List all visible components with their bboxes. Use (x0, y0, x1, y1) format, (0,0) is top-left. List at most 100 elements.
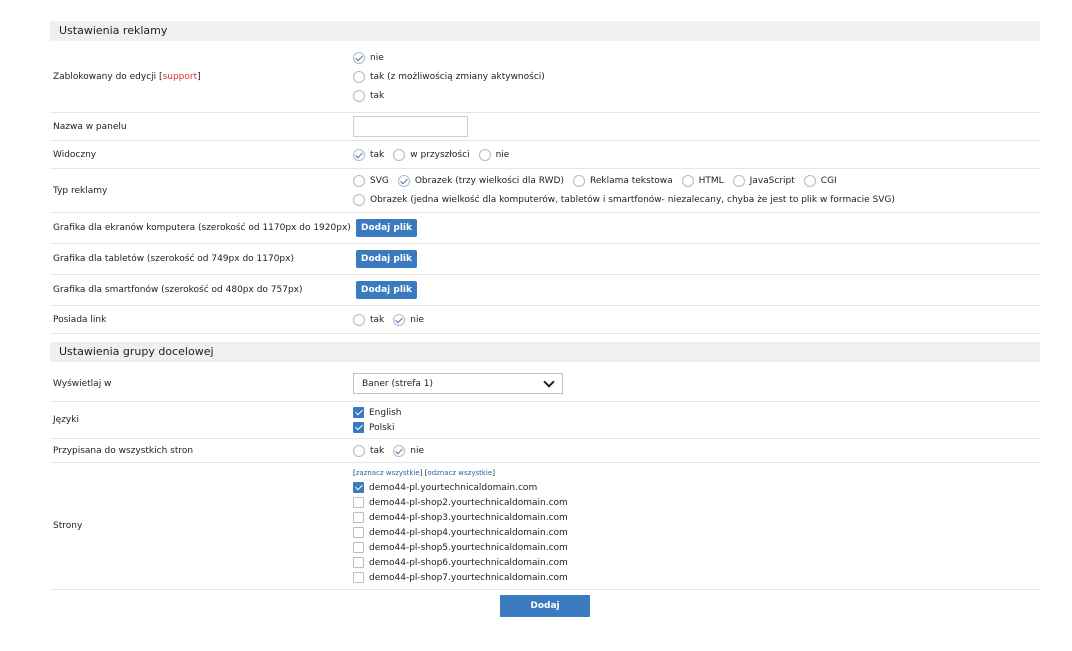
radio-label: tak (370, 149, 385, 160)
desktop-add-file-button[interactable]: Dodaj plik (356, 219, 417, 237)
languages-label: Języki (53, 415, 79, 425)
phone-add-file-button[interactable]: Dodaj plik (356, 281, 417, 299)
checkbox-item[interactable]: Polski (353, 420, 1040, 435)
display-in-value: Baner (strefa 1) (362, 378, 434, 389)
checkbox-item[interactable]: demo44-pl-shop2.yourtechnicaldomain.com (353, 495, 1040, 510)
radio-label: SVG (370, 176, 389, 186)
radio-button[interactable] (353, 175, 365, 187)
radio-option[interactable]: tak (z możliwością zmiany aktywności) (353, 67, 1040, 86)
row-all-pages: Przypisana do wszystkich stron tak nie (50, 439, 1040, 463)
phone-graphic-label: Grafika dla smartfonów (szerokość od 480… (53, 285, 303, 295)
radio-button[interactable] (353, 194, 365, 206)
radio-label: tak (370, 90, 385, 101)
ad-type-options-row1: SVG Obrazek (trzy wielkości dla RWD) Rekla… (353, 172, 1040, 191)
radio-label: JavaScript (749, 176, 795, 186)
checkbox[interactable] (353, 482, 364, 493)
radio-button[interactable] (393, 444, 406, 457)
radio-option[interactable]: w przyszłości (393, 148, 470, 161)
radio-label: tak (370, 445, 385, 456)
checkbox-label: demo44-pl-shop5.yourtechnicaldomain.com (369, 542, 568, 553)
radio-button[interactable] (353, 89, 365, 102)
radio-button[interactable] (353, 51, 365, 64)
checkbox[interactable] (353, 497, 364, 508)
radio-option[interactable]: tak (353, 148, 385, 161)
row-desktop-graphic: Grafika dla ekranów komputera (szerokość… (50, 213, 1040, 244)
checkbox-item[interactable]: demo44-pl-shop6.yourtechnicaldomain.com (353, 555, 1040, 570)
pages-select-links: [zaznacz wszystkie] [odznacz wszystkie] (353, 469, 495, 477)
checkbox-item[interactable]: English (353, 405, 1040, 420)
checkbox-label: demo44-pl-shop4.yourtechnicaldomain.com (369, 527, 568, 538)
checkbox-label: demo44-pl-shop7.yourtechnicaldomain.com (369, 572, 568, 583)
radio-button[interactable] (353, 313, 365, 326)
panel-name-label: Nazwa w panelu (53, 121, 127, 132)
checkbox-item[interactable]: demo44-pl-shop4.yourtechnicaldomain.com (353, 525, 1040, 540)
radio-option[interactable]: tak (353, 444, 385, 457)
checkbox-label: demo44-pl-shop3.yourtechnicaldomain.com (369, 512, 568, 523)
radio-option[interactable]: HTML (681, 175, 724, 187)
radio-option[interactable]: JavaScript (732, 175, 795, 187)
panel-name-input[interactable] (353, 116, 468, 137)
radio-button[interactable] (572, 175, 585, 187)
display-in-select[interactable]: Baner (strefa 1) (353, 373, 563, 394)
radio-button[interactable] (353, 148, 365, 161)
radio-option[interactable]: Obrazek (jedna wielkość dla komputerów, … (353, 194, 895, 206)
radio-button[interactable] (732, 175, 745, 187)
checkbox-item[interactable]: demo44-pl-shop7.yourtechnicaldomain.com (353, 570, 1040, 585)
radio-label: nie (410, 445, 425, 456)
radio-option[interactable]: Reklama tekstowa (572, 175, 673, 187)
submit-button[interactable]: Dodaj (500, 595, 590, 617)
checkbox-item[interactable]: demo44-pl.yourtechnicaldomain.com (353, 480, 1040, 495)
pages-list: [zaznacz wszystkie] [odznacz wszystkie] … (353, 467, 1040, 585)
radio-button[interactable] (478, 148, 491, 161)
deselect-all-link[interactable]: odznacz wszystkie (427, 469, 492, 477)
row-ad-type: Typ reklamy SVG Obrazek (trzy wielkości d… (50, 169, 1040, 213)
radio-button[interactable] (393, 148, 406, 161)
radio-button[interactable] (353, 444, 365, 457)
radio-option[interactable]: tak (353, 86, 1040, 105)
ad-type-options-row2: Obrazek (jedna wielkość dla komputerów, … (353, 191, 1040, 210)
checkbox[interactable] (353, 407, 364, 418)
radio-label: CGI (820, 176, 837, 186)
radio-option[interactable]: Obrazek (trzy wielkości dla RWD) (397, 175, 564, 187)
radio-label: nie (370, 52, 384, 63)
row-pages: Strony [zaznacz wszystkie] [odznacz wszy… (50, 463, 1040, 590)
checkbox[interactable] (353, 572, 364, 583)
checkbox[interactable] (353, 527, 364, 538)
checkbox-label: demo44-pl.yourtechnicaldomain.com (369, 482, 538, 493)
row-has-link: Posiada link tak nie (50, 306, 1040, 334)
has-link-options: tak nie (353, 310, 1040, 329)
radio-button[interactable] (681, 175, 694, 187)
checkbox-item[interactable]: demo44-pl-shop5.yourtechnicaldomain.com (353, 540, 1040, 555)
checkbox-item[interactable]: demo44-pl-shop3.yourtechnicaldomain.com (353, 510, 1040, 525)
checkbox[interactable] (353, 512, 364, 523)
radio-button[interactable] (393, 313, 406, 326)
radio-option[interactable]: nie (393, 313, 425, 326)
locked-options: nie tak (z możliwością zmiany aktywności)… (353, 48, 1040, 105)
support-link[interactable]: support (163, 72, 198, 82)
radio-option[interactable]: nie (353, 48, 1040, 67)
checkbox[interactable] (353, 542, 364, 553)
radio-option[interactable]: tak (353, 313, 384, 326)
radio-option[interactable]: SVG (353, 175, 389, 187)
chevron-down-icon (543, 375, 555, 388)
tablet-add-file-button[interactable]: Dodaj plik (356, 250, 417, 268)
display-in-label: Wyświetlaj w (53, 378, 112, 389)
radio-button[interactable] (397, 175, 410, 187)
radio-label: HTML (698, 176, 724, 186)
checkbox[interactable] (353, 557, 364, 568)
checkbox-label: Polski (369, 422, 395, 433)
row-panel-name: Nazwa w panelu (50, 113, 1040, 141)
radio-option[interactable]: nie (393, 444, 425, 457)
checkbox[interactable] (353, 422, 364, 433)
row-tablet-graphic: Grafika dla tabletów (szerokość od 749px… (50, 244, 1040, 275)
row-display-in: Wyświetlaj w Baner (strefa 1) (50, 366, 1040, 402)
select-all-link[interactable]: zaznacz wszystkie (356, 469, 420, 477)
radio-button[interactable] (353, 70, 365, 83)
radio-option[interactable]: nie (478, 148, 509, 161)
section-target-settings: Ustawienia grupy docelowej (50, 342, 1040, 362)
checkbox-label: English (369, 407, 402, 418)
radio-button[interactable] (803, 175, 816, 187)
radio-label: nie (410, 314, 425, 325)
all-pages-label: Przypisana do wszystkich stron (53, 445, 194, 456)
radio-option[interactable]: CGI (803, 175, 837, 187)
